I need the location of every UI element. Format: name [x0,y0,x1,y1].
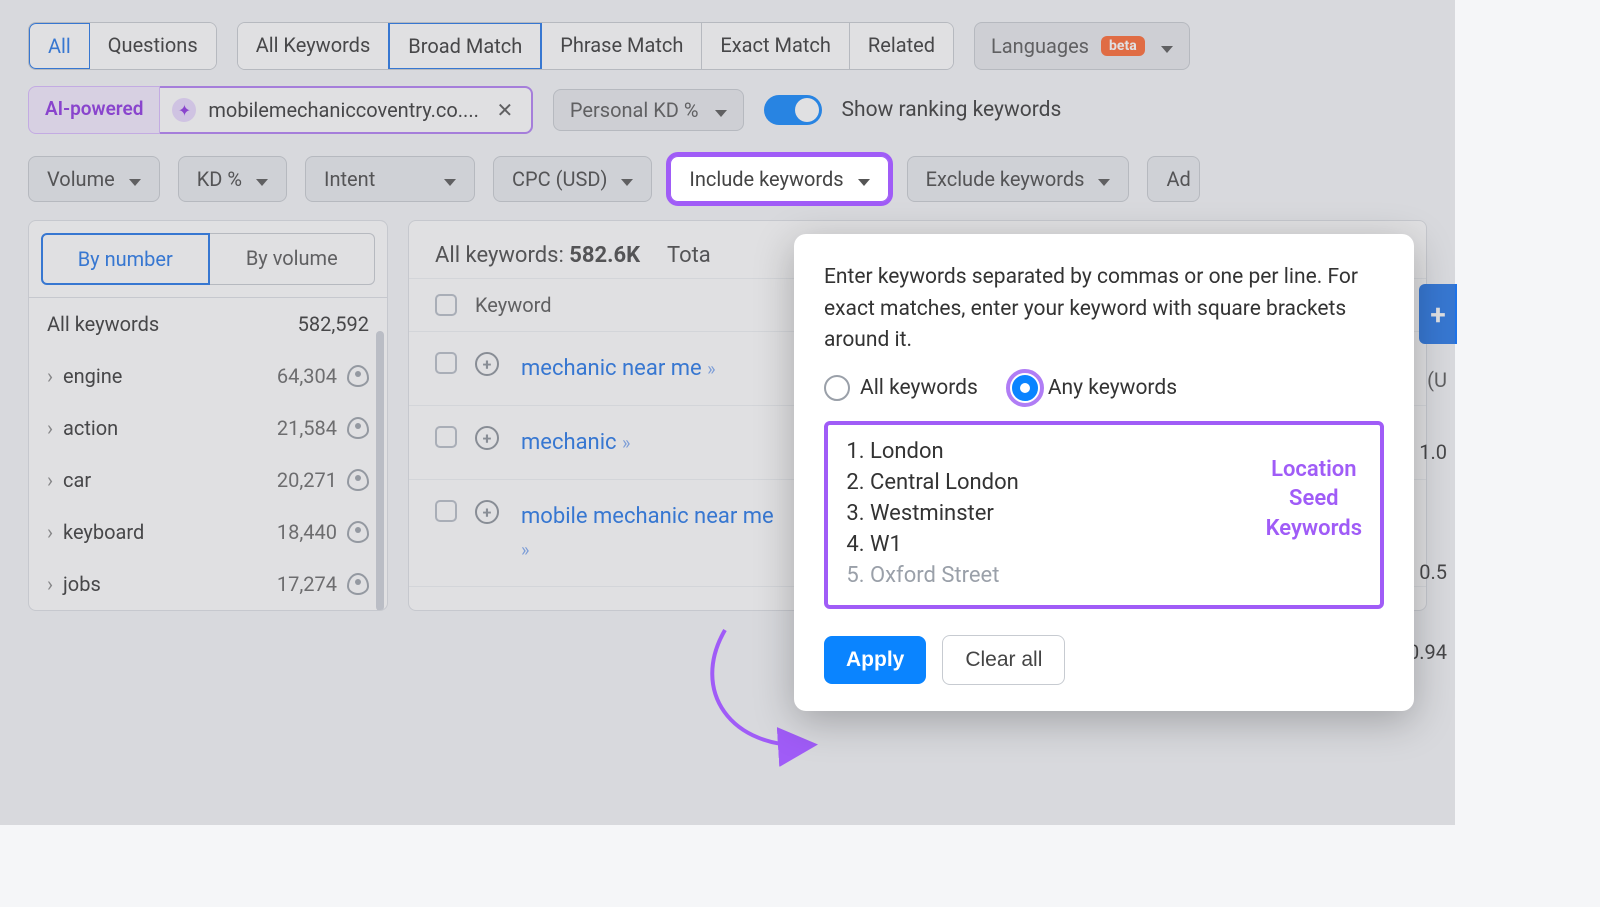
toggle-label: Show ranking keywords [842,98,1062,122]
eye-icon[interactable] [347,365,369,387]
top-toolbar: All Questions All Keywords Broad Match P… [0,0,1455,80]
domain-chip[interactable]: ✦ mobilemechaniccoventry.co.... ✕ [160,86,533,134]
personal-kd-label: Personal KD % [570,98,699,122]
row-checkbox[interactable] [435,426,457,448]
sidebar-tab-by-volume[interactable]: By volume [210,233,376,285]
chevron-down-icon [440,167,456,191]
expand-icon[interactable]: + [475,426,499,450]
languages-label: Languages [991,34,1089,58]
clear-all-button[interactable]: Clear all [942,635,1065,685]
eye-icon[interactable] [347,521,369,543]
eye-icon[interactable] [347,417,369,439]
sidebar-panel: By number By volume All keywords 582,592… [28,220,388,611]
chevron-down-icon [617,167,633,191]
filter-cpc[interactable]: CPC (USD) [493,156,652,202]
sidebar-scrollbar[interactable] [376,331,384,611]
row-checkbox[interactable] [435,500,457,522]
double-chevron-icon: » [521,540,529,561]
col-right-partial: (U [1427,368,1455,392]
domain-text: mobilemechaniccoventry.co.... [208,98,479,122]
tab-group-match: All Keywords Broad Match Phrase Match Ex… [237,22,954,70]
sidebar-all-keywords-row[interactable]: All keywords 582,592 [29,298,387,350]
col-keyword: Keyword [475,293,552,317]
tab-exact-match[interactable]: Exact Match [702,23,850,69]
tab-related[interactable]: Related [850,23,953,69]
chevron-down-icon [252,167,268,191]
filter-exclude-keywords[interactable]: Exclude keywords [907,156,1130,202]
radio-any-keywords[interactable]: Any keywords [1012,375,1177,401]
tab-phrase-match[interactable]: Phrase Match [542,23,702,69]
sidebar-tab-by-number[interactable]: By number [41,233,210,285]
select-all-checkbox[interactable] [435,294,457,316]
sidebar-item[interactable]: ›action21,584 [29,402,387,454]
ai-powered-badge: AI-powered [28,86,160,134]
apply-button[interactable]: Apply [824,636,926,684]
tab-all[interactable]: All [28,22,91,70]
chevron-right-icon: › [47,468,53,492]
filter-advanced[interactable]: Ad [1147,156,1199,202]
filter-intent[interactable]: Intent [305,156,475,202]
radio-icon [824,375,850,401]
filter-volume[interactable]: Volume [28,156,160,202]
keyword-link[interactable]: mobile mechanic near me » [521,500,781,566]
tab-all-keywords[interactable]: All Keywords [238,23,390,69]
chevron-right-icon: › [47,364,53,388]
chevron-down-icon [711,98,727,122]
sidebar-item[interactable]: ›keyboard18,440 [29,506,387,558]
chevron-down-icon [854,167,870,191]
sidebar-item[interactable]: ›car20,271 [29,454,387,506]
tab-questions[interactable]: Questions [90,23,216,69]
row-right-value: 0.94 [1408,640,1455,664]
match-mode-radios: All keywords Any keywords [824,375,1384,401]
chevron-down-icon [125,167,141,191]
chevron-down-icon [1157,34,1173,58]
eye-icon[interactable] [347,573,369,595]
radio-selected-icon [1012,375,1038,401]
seed-keyword: Oxford Street [870,563,1364,588]
chevron-right-icon: › [47,572,53,596]
double-chevron-icon: » [707,359,715,380]
include-keywords-popover: Enter keywords separated by commas or on… [794,234,1414,711]
sidebar-item[interactable]: ›engine64,304 [29,350,387,402]
chevron-right-icon: › [47,416,53,440]
radio-all-keywords[interactable]: All keywords [824,375,978,401]
keyword-link[interactable]: mechanic near me » [521,352,716,385]
tab-group-main: All Questions [28,22,217,70]
eye-icon[interactable] [347,469,369,491]
expand-icon[interactable]: + [475,352,499,376]
row-checkbox[interactable] [435,352,457,374]
sidebar-item[interactable]: ›jobs17,274 [29,558,387,610]
close-icon[interactable]: ✕ [491,96,519,124]
annotation-label: LocationSeedKeywords [1266,455,1362,544]
languages-dropdown[interactable]: Languages beta [974,22,1190,70]
popover-instructions: Enter keywords separated by commas or on… [824,262,1384,357]
row-right-value: 1.0 [1419,440,1455,464]
expand-icon[interactable]: + [475,500,499,524]
keyword-link[interactable]: mechanic » [521,426,630,459]
add-button[interactable]: + [1419,284,1457,344]
beta-badge: beta [1101,36,1145,56]
row-right-value: 0.5 [1419,560,1455,584]
filter-kd[interactable]: KD % [178,156,287,202]
show-ranking-toggle[interactable] [764,95,822,125]
personal-kd-dropdown[interactable]: Personal KD % [553,89,744,131]
sparkle-icon: ✦ [172,98,196,122]
tab-broad-match[interactable]: Broad Match [388,22,542,70]
filter-include-keywords[interactable]: Include keywords [670,156,888,202]
chevron-down-icon [1094,167,1110,191]
seed-keywords-input[interactable]: LondonCentral LondonWestminsterW1Oxford … [824,421,1384,609]
filter-bar: Volume KD % Intent CPC (USD) Include key… [0,148,1455,220]
double-chevron-icon: » [622,433,630,454]
chevron-right-icon: › [47,520,53,544]
context-toolbar: AI-powered ✦ mobilemechaniccoventry.co..… [0,80,1455,148]
